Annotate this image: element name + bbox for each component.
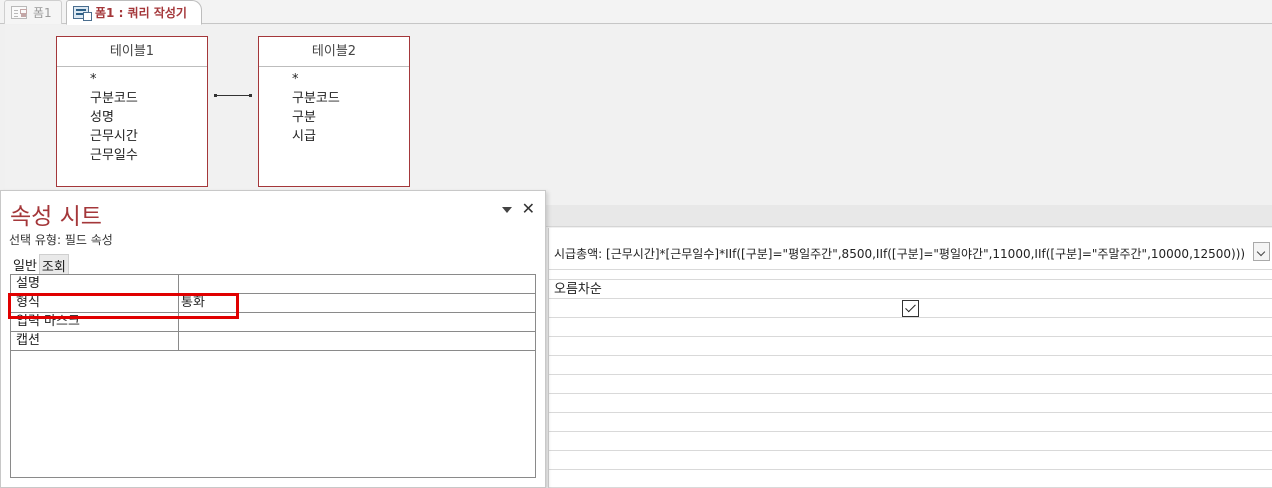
table-box-1[interactable]: 테이블1 * 구분코드 성명 근무시간 근무일수 — [56, 36, 208, 187]
column-divider — [178, 332, 179, 350]
sheet-controls: ✕ — [501, 201, 535, 217]
tab-form1-label: 폼1 — [33, 6, 52, 20]
grid-row[interactable] — [549, 432, 1272, 451]
table-title[interactable]: 테이블2 — [259, 37, 409, 67]
grid-row[interactable] — [549, 394, 1272, 413]
tab-query-builder-label: 폼1 : 쿼리 작성기 — [95, 6, 187, 20]
grid-row[interactable] — [549, 375, 1272, 394]
tab-lookup[interactable]: 조회 — [38, 254, 69, 275]
field-item[interactable]: 구분 — [292, 108, 409, 127]
tab-query-builder[interactable]: 폼1 : 쿼리 작성기 — [66, 0, 202, 25]
grid-row[interactable] — [549, 356, 1272, 375]
tab-form1[interactable]: 폼1 — [4, 0, 62, 24]
join-line[interactable] — [214, 94, 252, 97]
format-highlight-box — [8, 293, 239, 319]
field-item[interactable]: 시급 — [292, 127, 409, 146]
field-item[interactable]: * — [90, 70, 207, 89]
field-item[interactable]: 성명 — [90, 108, 207, 127]
field-item[interactable]: 근무시간 — [90, 127, 207, 146]
property-row-caption[interactable]: 캡션 — [11, 332, 535, 351]
tab-general[interactable]: 일반 — [11, 254, 39, 274]
grid-row[interactable] — [549, 470, 1272, 488]
grid-row-criteria[interactable] — [549, 318, 1272, 337]
field-list: * 구분코드 성명 근무시간 근무일수 — [57, 67, 207, 165]
field-list: * 구분코드 구분 시급 — [259, 67, 409, 146]
property-sheet: 속성 시트 ✕ 선택 유형: 필드 속성 일반 조회 설명 형식 통화 입력 마… — [0, 190, 546, 488]
grid-row-or[interactable] — [549, 337, 1272, 356]
dropdown-button[interactable] — [1253, 242, 1270, 261]
grid-row-field[interactable]: 시급총액: [근무시간]*[근무일수]*IIf([구분]="평일주간",8500… — [549, 228, 1272, 270]
field-item[interactable]: 구분코드 — [292, 89, 409, 108]
column-divider — [178, 275, 179, 293]
grid-row[interactable] — [549, 413, 1272, 432]
query-icon — [73, 6, 92, 21]
table-title[interactable]: 테이블1 — [57, 37, 207, 67]
table-pane[interactable]: 테이블1 * 구분코드 성명 근무시간 근무일수 테이블2 * 구분코드 구분 … — [5, 25, 1272, 205]
table-box-2[interactable]: 테이블2 * 구분코드 구분 시급 — [258, 36, 410, 187]
grid-row[interactable] — [549, 451, 1272, 470]
property-label: 설명 — [16, 276, 40, 291]
property-row-description[interactable]: 설명 — [11, 275, 535, 294]
field-item[interactable]: 구분코드 — [90, 89, 207, 108]
property-sheet-title: 속성 시트 — [10, 204, 102, 230]
grid-row-sort[interactable]: 오름차순 — [549, 280, 1272, 299]
close-icon[interactable]: ✕ — [522, 201, 535, 217]
property-tabs: 일반 조회 — [11, 254, 69, 275]
form-icon — [11, 6, 27, 19]
query-design-grid: 시급총액: [근무시간]*[근무일수]*IIf([구분]="평일주간",8500… — [548, 228, 1272, 488]
field-expression[interactable]: 시급총액: [근무시간]*[근무일수]*IIf([구분]="평일주간",8500… — [554, 242, 1245, 266]
chevron-down-icon[interactable] — [501, 207, 512, 213]
grid-row-table[interactable] — [549, 270, 1272, 280]
show-checkbox[interactable] — [902, 300, 919, 317]
grid-row-show[interactable] — [549, 299, 1272, 318]
property-label: 캡션 — [16, 333, 40, 348]
field-item[interactable]: 근무일수 — [90, 146, 207, 165]
document-tab-bar: 폼1 폼1 : 쿼리 작성기 — [0, 0, 1272, 25]
selection-type: 선택 유형: 필드 속성 — [9, 233, 113, 247]
sort-value[interactable]: 오름차순 — [554, 281, 602, 299]
field-item[interactable]: * — [292, 70, 409, 89]
